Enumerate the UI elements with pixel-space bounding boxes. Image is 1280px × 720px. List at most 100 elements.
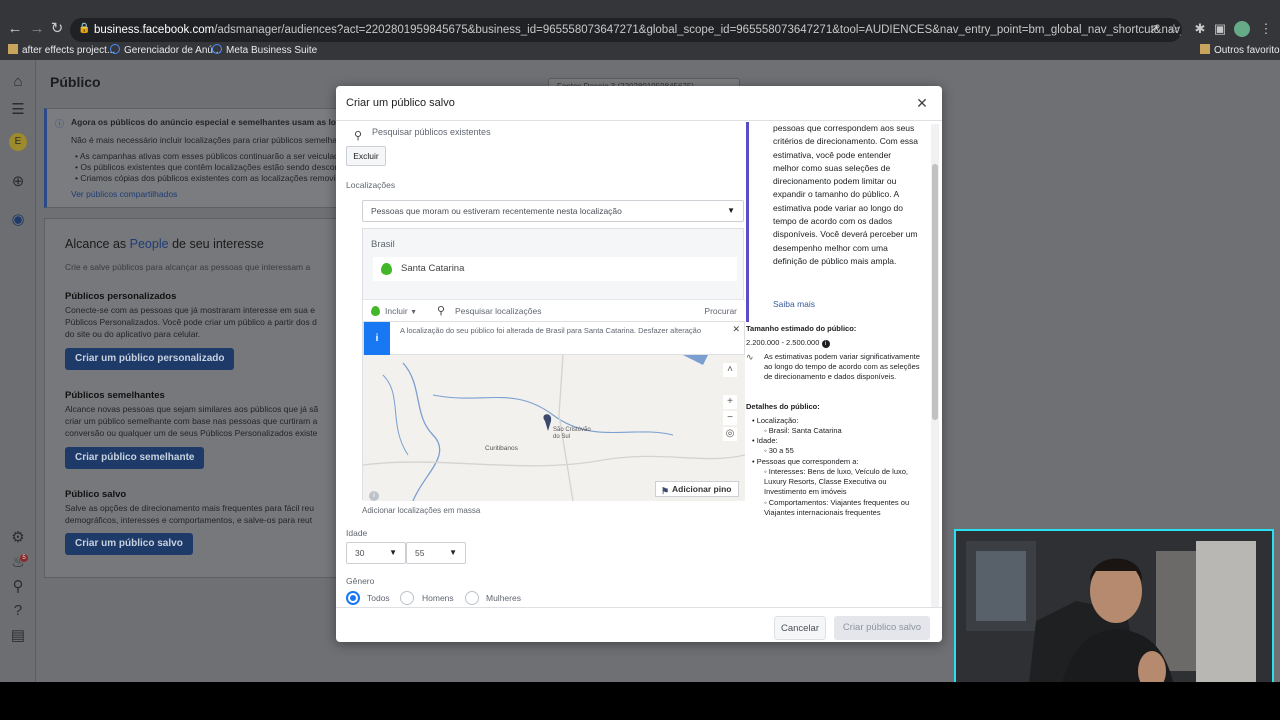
create-saved-audience-button[interactable]: Criar um público salvo: [65, 533, 193, 555]
size-value: 2.200.000 - 2.500.000 i: [746, 338, 830, 348]
location-pin-icon: [371, 306, 380, 316]
lock-icon[interactable]: 🔒: [78, 23, 90, 34]
add-icon[interactable]: ⊕: [8, 172, 28, 192]
search-icon: ⚲: [354, 130, 363, 142]
url-path: /adsmanager/audiences?act=22028019598456…: [214, 24, 1182, 36]
address-bar[interactable]: business.facebook.com/adsmanager/audienc…: [70, 18, 1182, 42]
learn-more-link[interactable]: Saiba mais: [773, 299, 815, 309]
meta-icon: [110, 44, 120, 54]
zoom-in-icon[interactable]: +: [723, 395, 737, 409]
location-type-dropdown[interactable]: Pessoas que moram ou estiveram recenteme…: [362, 200, 744, 222]
gender-men-label: Homens: [422, 593, 454, 603]
browser-toolbar: ← → ↻ business.facebook.com/adsmanager/a…: [0, 0, 1280, 60]
folder-icon: [1200, 44, 1210, 54]
zoom-out-icon[interactable]: −: [723, 411, 737, 425]
bookmark-item[interactable]: Meta Business Suite: [212, 44, 317, 58]
bookmark-item[interactable]: after effects project...: [8, 44, 115, 58]
gender-all-radio[interactable]: [346, 591, 360, 605]
home-icon[interactable]: ⌂: [8, 72, 28, 92]
map-label: São Cristóvão do Sul: [553, 427, 591, 440]
caret-down-icon: ▼: [389, 548, 397, 557]
share-icon[interactable]: ↗: [1146, 21, 1162, 37]
menu-icon[interactable]: ⋮: [1258, 21, 1274, 37]
gender-label: Gênero: [346, 576, 375, 586]
location-map[interactable]: Curitibanos São Cristóvão do Sul ˄ + − ◎…: [363, 355, 745, 501]
locations-label: Localizações: [346, 180, 396, 190]
meta-icon: [212, 44, 222, 54]
location-search-row: Incluir ▼ ⚲ Pesquisar localizações Procu…: [363, 299, 745, 321]
dialog-footer: Cancelar Criar público salvo: [336, 607, 942, 642]
help-icon[interactable]: ?: [8, 601, 28, 621]
cancel-button[interactable]: Cancelar: [774, 616, 826, 640]
close-icon[interactable]: ✕: [732, 324, 740, 335]
create-lookalike-button[interactable]: Criar público semelhante: [65, 447, 205, 469]
search-audiences-input[interactable]: ⚲ Pesquisar públicos existentes: [346, 122, 746, 142]
info-icon: ⓘ: [55, 119, 65, 129]
notification-badge: 5: [20, 554, 28, 562]
age-label: Idade: [346, 528, 368, 538]
sidepanel-icon[interactable]: ▣: [1212, 21, 1228, 37]
create-saved-audience-submit[interactable]: Criar público salvo: [834, 616, 930, 640]
left-nav: ⌂ ☰ E ⊕ ◉ ⚙ ♨ 5 ⚲ ? ▤: [0, 60, 36, 682]
gender-men-radio[interactable]: [400, 591, 414, 605]
estimate-tooltip: pessoas que correspondem aos seus critér…: [746, 122, 920, 322]
other-bookmarks[interactable]: Outros favoritos: [1200, 44, 1280, 58]
dialog-header: Criar um público salvo ✕: [336, 86, 942, 121]
caret-down-icon: ▼: [449, 548, 457, 557]
locate-icon[interactable]: ◎: [723, 427, 737, 441]
chevron-up-icon[interactable]: ˄: [723, 363, 737, 377]
caret-down-icon: ▼: [727, 206, 735, 215]
trend-icon: ∿: [746, 352, 754, 362]
add-pin-button[interactable]: ⚑ Adicionar pino: [655, 481, 739, 497]
avatar[interactable]: E: [9, 133, 27, 151]
star-icon[interactable]: ☆: [1166, 21, 1182, 37]
gender-women-radio[interactable]: [465, 591, 479, 605]
bottom-bar: [0, 682, 1280, 720]
dialog-form: ⚲ Pesquisar públicos existentes Excluir …: [336, 122, 746, 607]
create-custom-audience-button[interactable]: Criar um público personalizado: [65, 348, 235, 370]
menu-icon[interactable]: ☰: [8, 100, 28, 120]
extensions-icon[interactable]: ✱: [1192, 21, 1208, 37]
info-icon[interactable]: i: [369, 491, 379, 501]
search-locations-input[interactable]: Pesquisar localizações: [455, 300, 541, 322]
audience-summary-panel: pessoas que correspondem aos seus critér…: [746, 122, 920, 517]
audiences-icon[interactable]: ◉: [8, 210, 28, 230]
location-item[interactable]: Santa Catarina: [373, 257, 737, 281]
folder-icon: [8, 44, 18, 54]
size-note: As estimativas podem variar significativ…: [764, 352, 920, 381]
gear-icon[interactable]: ⚙: [8, 528, 28, 548]
info-icon[interactable]: i: [821, 340, 830, 348]
audiences-card: Alcance as People de seu interesse Crie …: [44, 218, 344, 578]
reports-icon[interactable]: ▤: [8, 626, 28, 646]
info-notice: ⓘ Agora os públicos do anúncio especial …: [44, 108, 354, 208]
search-icon: ⚲: [437, 305, 446, 317]
dialog-scrollbar[interactable]: [931, 124, 939, 608]
url-host: business.facebook.com: [94, 24, 215, 36]
back-icon[interactable]: ←: [6, 20, 24, 38]
locations-box: Brasil Santa Catarina Incluir ▼ ⚲ Pesqui…: [362, 228, 745, 501]
exclude-button[interactable]: Excluir: [346, 146, 386, 166]
map-label: Curitibanos: [485, 445, 518, 452]
age-min-select[interactable]: 30 ▼: [346, 542, 406, 564]
reload-icon[interactable]: ↻: [48, 20, 66, 38]
size-label: Tamanho estimado do público:: [746, 324, 857, 333]
bulk-locations-link[interactable]: Adicionar localizações em massa: [362, 506, 480, 515]
details-label: Detalhes do público:: [746, 402, 820, 411]
age-max-select[interactable]: 55 ▼: [406, 542, 466, 564]
shared-audiences-link[interactable]: Ver públicos compartilhados: [71, 189, 177, 199]
gender-women-label: Mulheres: [486, 593, 521, 603]
info-icon: i: [364, 322, 390, 356]
location-changed-notice: i A localização do seu público foi alter…: [363, 321, 745, 356]
search-locations-button[interactable]: Procurar: [704, 300, 737, 322]
location-pin-icon: [381, 263, 392, 275]
country-label: Brasil: [371, 239, 395, 250]
create-saved-audience-dialog: Criar um público salvo ✕ ⚲ Pesquisar púb…: [336, 86, 942, 642]
dialog-title: Criar um público salvo: [346, 97, 455, 109]
close-icon[interactable]: ✕: [914, 95, 930, 111]
pin-icon: ⚑: [661, 486, 670, 496]
search-icon[interactable]: ⚲: [8, 577, 28, 597]
forward-icon[interactable]: →: [28, 20, 46, 38]
profile-avatar[interactable]: [1234, 21, 1250, 37]
gender-all-label: Todos: [367, 593, 390, 603]
bookmark-item[interactable]: Gerenciador de Anú...: [110, 44, 221, 58]
